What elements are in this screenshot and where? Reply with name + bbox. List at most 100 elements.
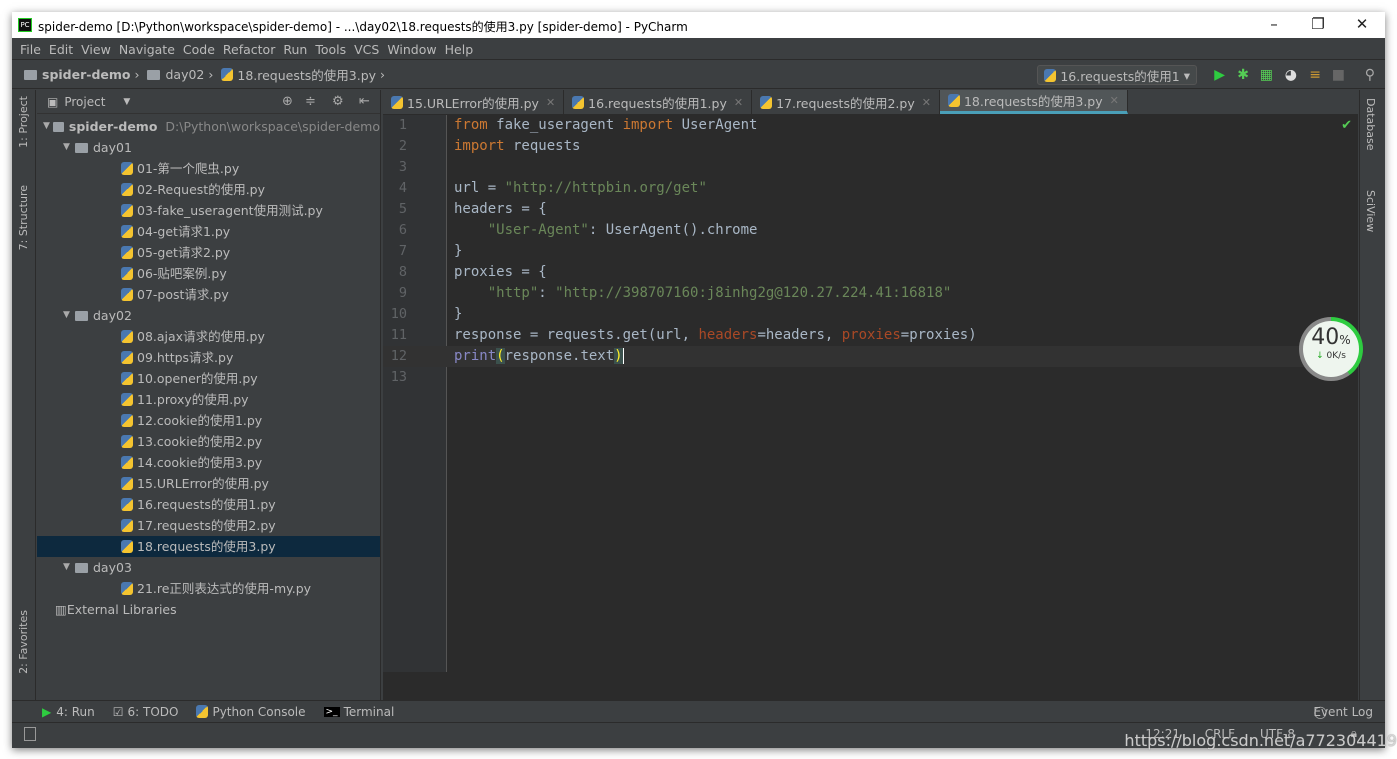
python-file-icon — [121, 183, 133, 196]
python-icon — [1044, 68, 1057, 82]
code-token: proxies = { — [454, 264, 547, 280]
tab-structure[interactable]: 7: Structure — [17, 185, 30, 250]
menu-help[interactable]: Help — [443, 38, 480, 59]
folder-icon — [75, 142, 88, 153]
menu-navigate[interactable]: Navigate — [117, 38, 181, 59]
line-number: 9 — [398, 285, 407, 301]
breadcrumb-folder[interactable]: day02 › — [147, 67, 213, 82]
expand-arrow-icon[interactable]: ▼ — [63, 305, 75, 326]
tree-item[interactable]: 06-贴吧案例.py — [37, 263, 380, 284]
tree-item[interactable]: 18.requests的使用3.py — [37, 536, 380, 557]
run-icon[interactable]: ▶ — [1214, 67, 1225, 83]
network-speed-widget: 40% ↓ 0K/s — [1299, 317, 1363, 381]
tree-item[interactable]: ▥ External Libraries — [37, 599, 380, 620]
breadcrumb-project[interactable]: spider-demo › — [24, 67, 139, 82]
expand-arrow-icon[interactable]: ▼ — [63, 557, 75, 578]
tree-item[interactable]: 07-post请求.py — [37, 284, 380, 305]
close-tab-icon[interactable]: ✕ — [1110, 94, 1119, 107]
debug-icon[interactable]: ✱ — [1237, 67, 1249, 83]
tree-item[interactable]: 17.requests的使用2.py — [37, 515, 380, 536]
tree-item[interactable]: 01-第一个爬虫.py — [37, 158, 380, 179]
menu-file[interactable]: File — [18, 38, 47, 59]
stop-icon[interactable]: ■ — [1332, 67, 1345, 83]
tab-project[interactable]: 1: Project — [17, 96, 30, 148]
concurrency-icon[interactable]: ≡ — [1309, 67, 1321, 83]
expand-arrow-icon[interactable]: ▼ — [43, 116, 53, 137]
expand-arrow-icon[interactable]: ▼ — [63, 137, 75, 158]
tree-item[interactable]: 08.ajax请求的使用.py — [37, 326, 380, 347]
run-config-dropdown[interactable]: 16.requests的使用1 ▾ — [1037, 65, 1197, 85]
tree-item[interactable]: 21.re正则表达式的使用-my.py — [37, 578, 380, 599]
editor-tab[interactable]: 16.requests的使用1.py ✕ — [564, 90, 753, 114]
search-icon[interactable]: ⚲ — [1365, 67, 1375, 83]
tree-item[interactable]: 05-get请求2.py — [37, 242, 380, 263]
menu-view[interactable]: View — [79, 38, 117, 59]
tree-item[interactable]: ▼ day03 — [37, 557, 380, 578]
tab-sciview[interactable]: SciView — [1364, 190, 1377, 232]
menu-refactor[interactable]: Refactor — [221, 38, 281, 59]
tree-item[interactable]: 09.https请求.py — [37, 347, 380, 368]
tree-item[interactable]: 15.URLError的使用.py — [37, 473, 380, 494]
python-file-icon — [121, 267, 133, 280]
folder-icon — [53, 121, 64, 132]
tool-python-console[interactable]: Python Console — [212, 705, 305, 719]
chevron-down-icon[interactable]: ▼ — [123, 97, 130, 107]
locate-icon[interactable]: ⊕ — [282, 94, 293, 109]
event-log-button[interactable]: Event Log — [1313, 705, 1373, 719]
editor-tab[interactable]: 15.URLError的使用.py ✕ — [383, 90, 565, 114]
tool-windows-icon[interactable] — [24, 727, 36, 741]
code-token: "User-Agent" — [487, 222, 589, 238]
tree-item[interactable]: 03-fake_useragent使用测试.py — [37, 200, 380, 221]
tree-item[interactable]: 14.cookie的使用3.py — [37, 452, 380, 473]
menu-vcs[interactable]: VCS — [352, 38, 385, 59]
editor-tab[interactable]: 18.requests的使用3.py ✕ — [939, 90, 1128, 114]
tree-item[interactable]: ▼ spider-demo D:\Python\workspace\spider-d… — [37, 116, 380, 137]
gear-icon[interactable]: ⚙ — [332, 94, 344, 109]
tree-item[interactable]: 10.opener的使用.py — [37, 368, 380, 389]
tool-run[interactable]: 4: Run — [56, 705, 95, 719]
close-tab-icon[interactable]: ✕ — [546, 96, 555, 109]
restore-button[interactable]: ❐ — [1303, 15, 1333, 33]
line-number: 1 — [398, 117, 407, 133]
code-area[interactable]: 1 from fake_useragent import UserAgent 2 im… — [383, 115, 1358, 388]
tool-terminal[interactable]: Terminal — [344, 705, 395, 719]
menu-code[interactable]: Code — [181, 38, 221, 59]
project-view-selector[interactable]: Project — [64, 95, 105, 109]
tree-item[interactable]: 04-get请求1.py — [37, 221, 380, 242]
menu-tools[interactable]: Tools — [313, 38, 352, 59]
code-line: 7} — [383, 241, 1358, 262]
speed-value: 0K/s — [1326, 351, 1346, 361]
menu-run[interactable]: Run — [281, 38, 313, 59]
breadcrumb-label: day02 — [165, 67, 205, 82]
tree-item[interactable]: 02-Request的使用.py — [37, 179, 380, 200]
code-line: 10} — [383, 304, 1358, 325]
tool-todo[interactable]: 6: TODO — [128, 705, 179, 719]
close-tab-icon[interactable]: ✕ — [734, 96, 743, 109]
tree-item[interactable]: 13.cookie的使用2.py — [37, 431, 380, 452]
folder-icon — [75, 562, 88, 573]
tab-favorites[interactable]: 2: Favorites — [17, 610, 30, 674]
code-token: response.text — [504, 348, 615, 364]
tab-database[interactable]: Database — [1364, 98, 1377, 151]
tree-item[interactable]: 16.requests的使用1.py — [37, 494, 380, 515]
coverage-icon[interactable]: ▦ — [1260, 67, 1273, 83]
close-tab-icon[interactable]: ✕ — [922, 96, 931, 109]
editor-tab[interactable]: 17.requests的使用2.py ✕ — [752, 90, 940, 114]
collapse-all-icon[interactable]: ≑ — [305, 94, 316, 109]
menu-edit[interactable]: Edit — [47, 38, 79, 59]
profile-icon[interactable]: ◕ — [1285, 67, 1297, 83]
tree-item-label: 05-get请求2.py — [137, 245, 231, 260]
tree-item[interactable]: 11.proxy的使用.py — [37, 389, 380, 410]
tree-item[interactable]: ▼ day01 — [37, 137, 380, 158]
tree-item[interactable]: ▼ day02 — [37, 305, 380, 326]
tree-item[interactable]: 12.cookie的使用1.py — [37, 410, 380, 431]
menu-window[interactable]: Window — [385, 38, 442, 59]
close-button[interactable]: ✕ — [1347, 15, 1377, 33]
tree-item-label: 17.requests的使用2.py — [137, 518, 276, 533]
code-line: 12 print(response.text) — [383, 346, 1358, 367]
hide-panel-icon[interactable]: ⇤ — [359, 94, 370, 109]
editor-tabs: 15.URLError的使用.py ✕ 16.requests的使用1.py ✕ 17.… — [383, 90, 1358, 115]
pycharm-logo-icon: PC — [18, 18, 32, 32]
minimize-button[interactable]: – — [1259, 15, 1289, 33]
breadcrumb-file[interactable]: 18.requests的使用3.py › — [221, 65, 385, 84]
